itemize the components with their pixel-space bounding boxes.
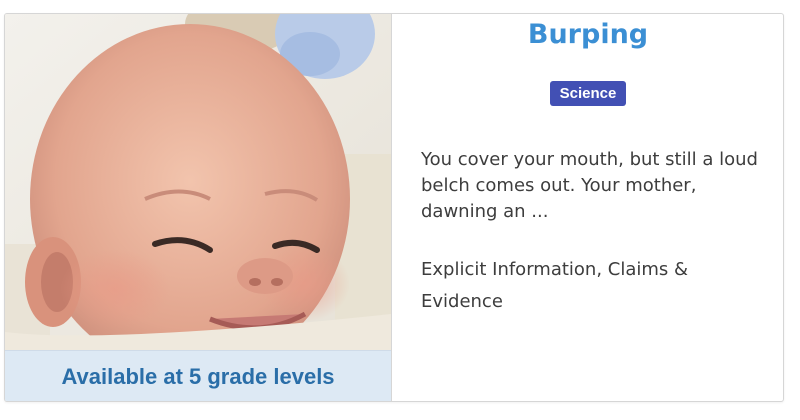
baby-photo-illustration	[5, 14, 391, 350]
baby-photo[interactable]	[5, 14, 391, 350]
article-card[interactable]: Available at 5 grade levels Burping Scie…	[4, 13, 784, 402]
card-image-pane[interactable]: Available at 5 grade levels	[5, 14, 392, 401]
article-summary: You cover your mouth, but still a loud b…	[421, 149, 758, 222]
skills-list: Explicit Information, Claims & Evidence	[421, 259, 689, 312]
subject-badge: Science	[549, 81, 627, 106]
grade-levels-banner[interactable]: Available at 5 grade levels	[5, 350, 391, 401]
subject-badge-wrap: Science	[393, 81, 783, 106]
article-title[interactable]: Burping	[393, 19, 783, 50]
card-info-pane: Burping Science You cover your mouth, bu…	[393, 14, 783, 401]
